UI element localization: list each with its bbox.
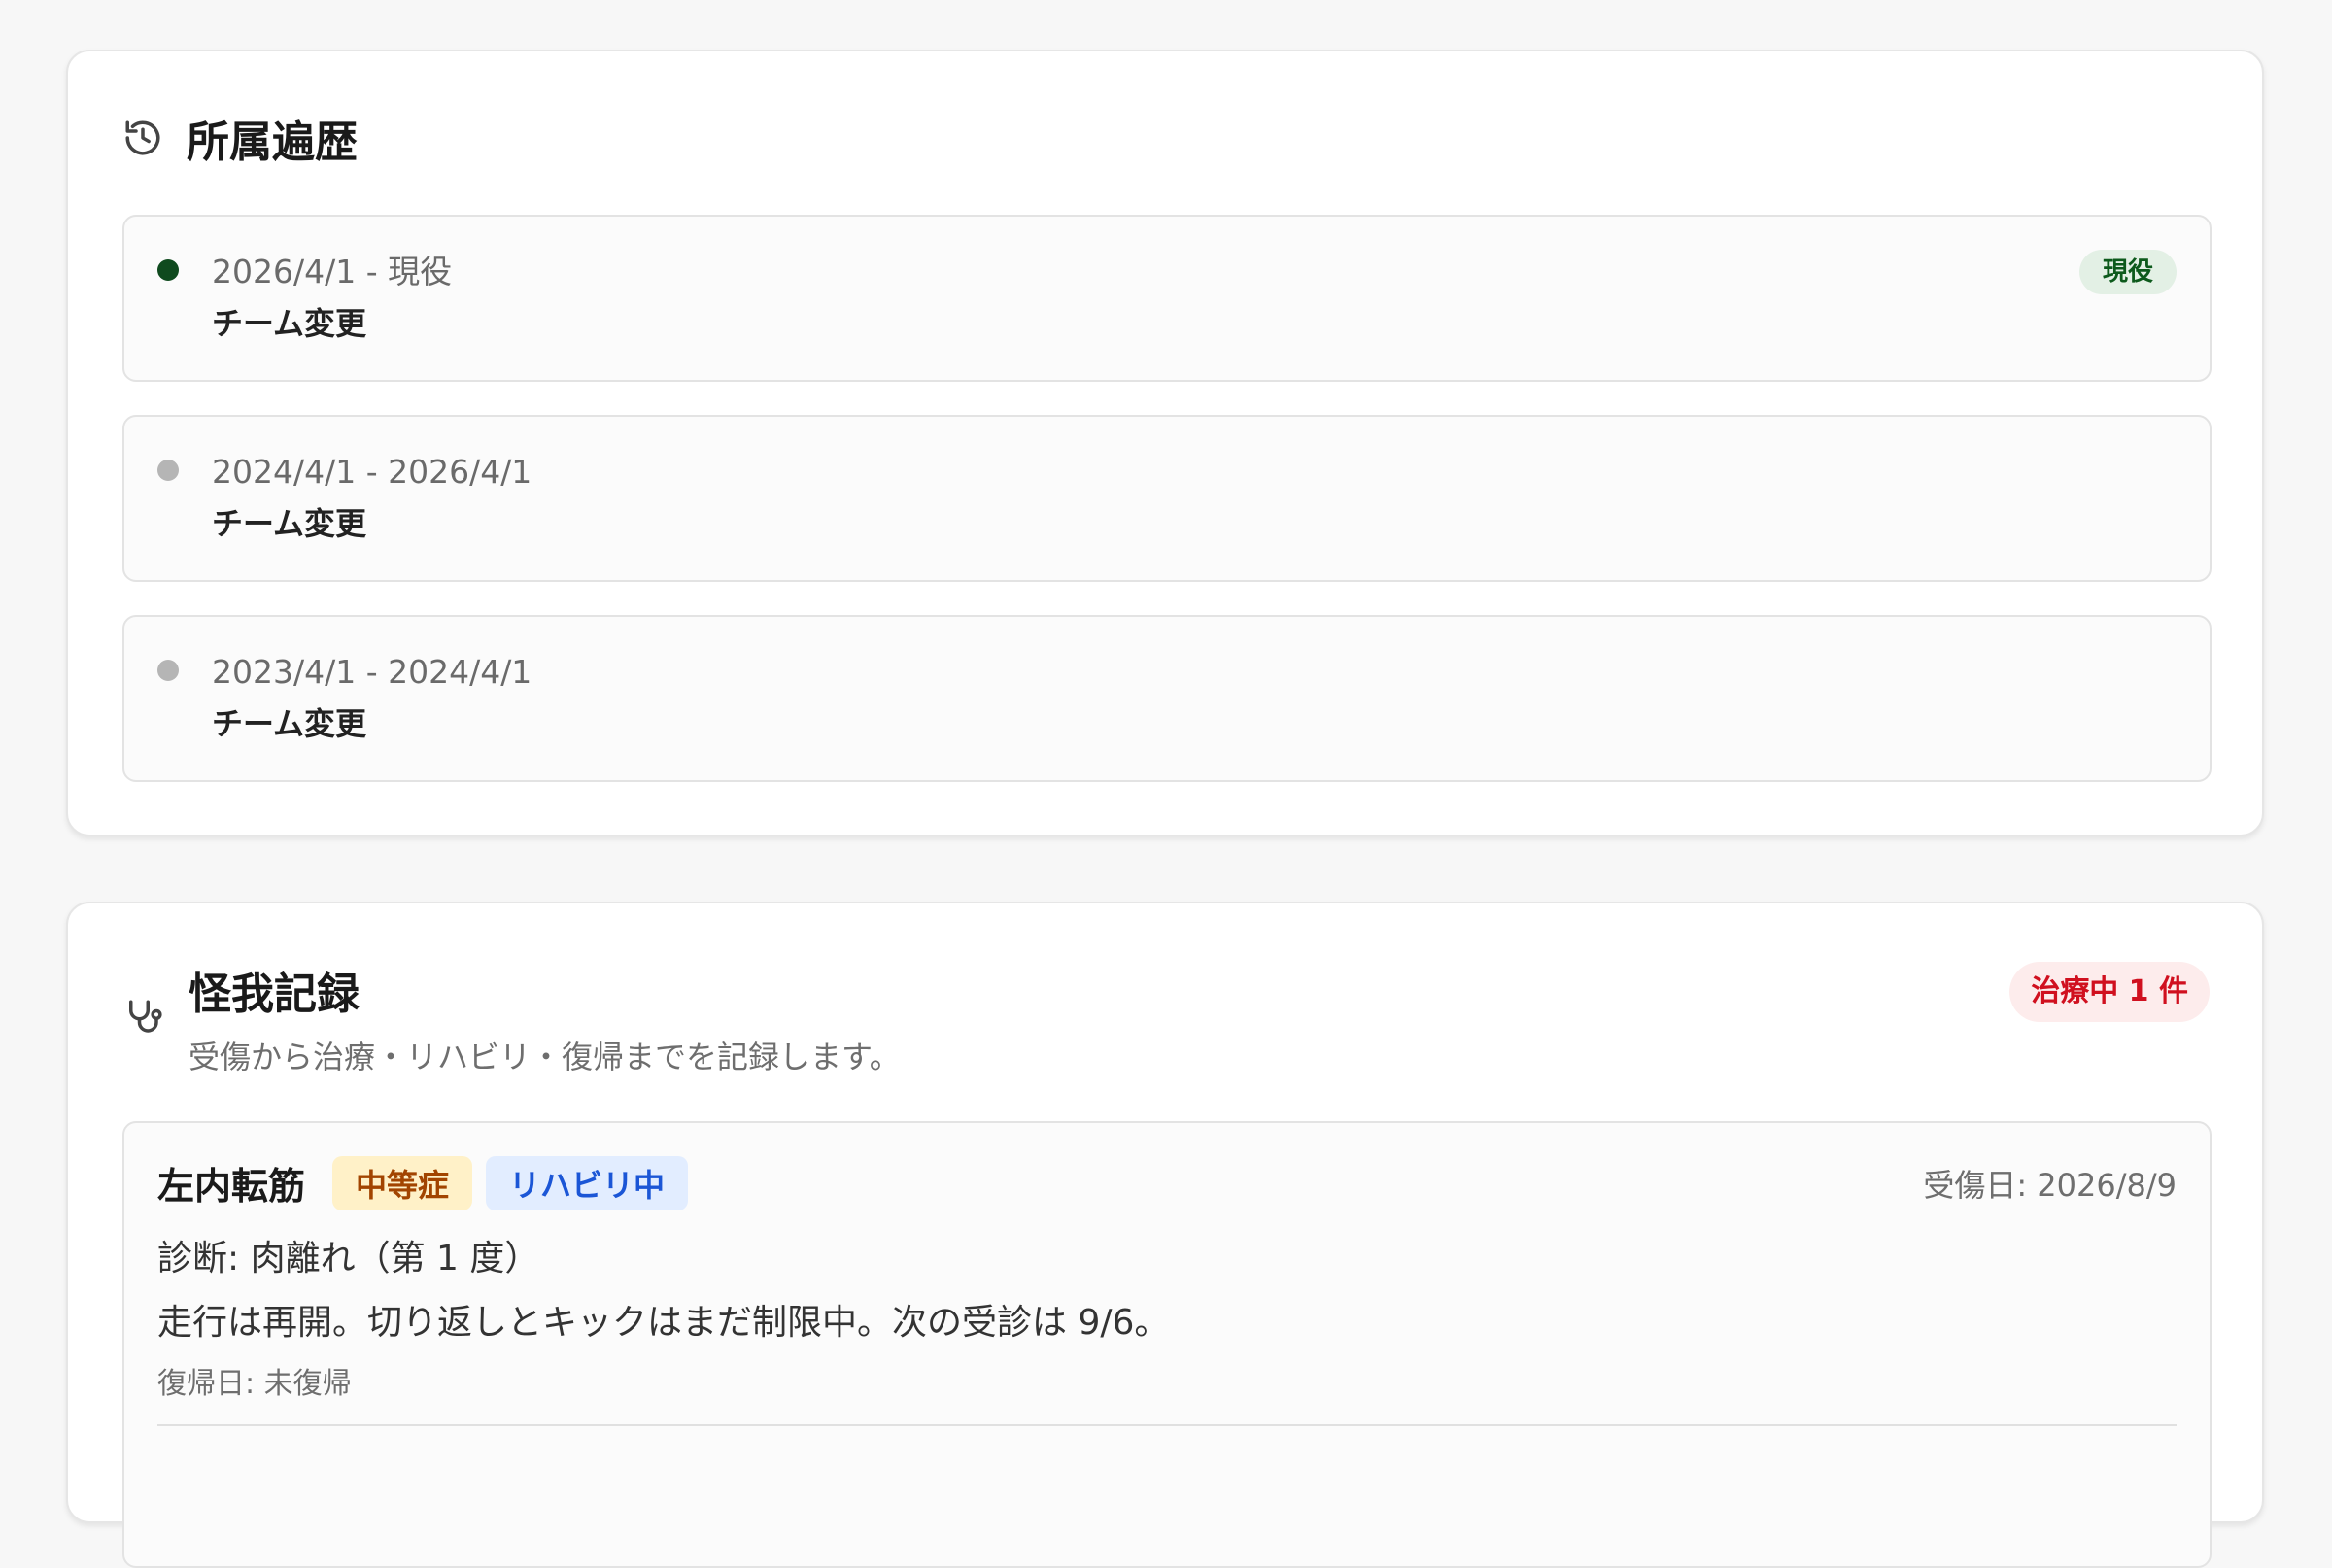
status-dot xyxy=(157,259,179,281)
history-reason: チーム変更 xyxy=(212,505,367,542)
severity-tag: 中等症 xyxy=(332,1156,473,1210)
history-item[interactable]: 2026/4/1 - 現役 チーム変更 現役 xyxy=(122,215,2212,382)
section-title: 怪我記録 xyxy=(189,970,360,1019)
history-period: 2024/4/1 - 2026/4/1 xyxy=(212,453,532,491)
injury-note: 走行は再開。切り返しとキックはまだ制限中。次の受診は 9/6。 xyxy=(157,1303,1170,1343)
treatment-count-badge: 治療中 1 件 xyxy=(2009,962,2210,1022)
injury-date: 受傷日: 2026/8/9 xyxy=(1923,1167,2177,1204)
injury-record[interactable]: 左内転筋 中等症 リハビリ中 受傷日: 2026/8/9 診断: 肉離れ（第 1… xyxy=(122,1121,2212,1568)
status-tag: リハビリ中 xyxy=(486,1156,689,1210)
stethoscope-icon xyxy=(122,997,163,1038)
section-title: 所属遍歴 xyxy=(187,118,358,167)
status-dot xyxy=(157,660,179,681)
history-icon xyxy=(122,118,163,158)
history-period: 2026/4/1 - 現役 xyxy=(212,253,453,290)
history-item[interactable]: 2024/4/1 - 2026/4/1 チーム変更 xyxy=(122,415,2212,582)
injury-records-card: 怪我記録 受傷から治療・リハビリ・復帰までを記録します。 治療中 1 件 左内転… xyxy=(66,902,2264,1568)
history-item[interactable]: 2023/4/1 - 2024/4/1 チーム変更 xyxy=(122,615,2212,782)
injury-body-part: 左内転筋 xyxy=(157,1165,306,1208)
section-description: 受傷から治療・リハビリ・復帰までを記録します。 xyxy=(189,1039,901,1075)
history-period: 2023/4/1 - 2024/4/1 xyxy=(212,653,532,691)
status-dot xyxy=(157,460,179,481)
history-reason: チーム変更 xyxy=(212,305,367,342)
divider xyxy=(157,1424,2177,1426)
injury-diagnosis: 診断: 肉離れ（第 1 度） xyxy=(157,1239,540,1278)
return-date: 復帰日: 未復帰 xyxy=(157,1367,352,1401)
team-history-card: 所属遍歴 2026/4/1 - 現役 チーム変更 現役 2024/4/1 - 2… xyxy=(66,50,2264,836)
history-reason: チーム変更 xyxy=(212,705,367,742)
current-badge: 現役 xyxy=(2078,250,2177,294)
